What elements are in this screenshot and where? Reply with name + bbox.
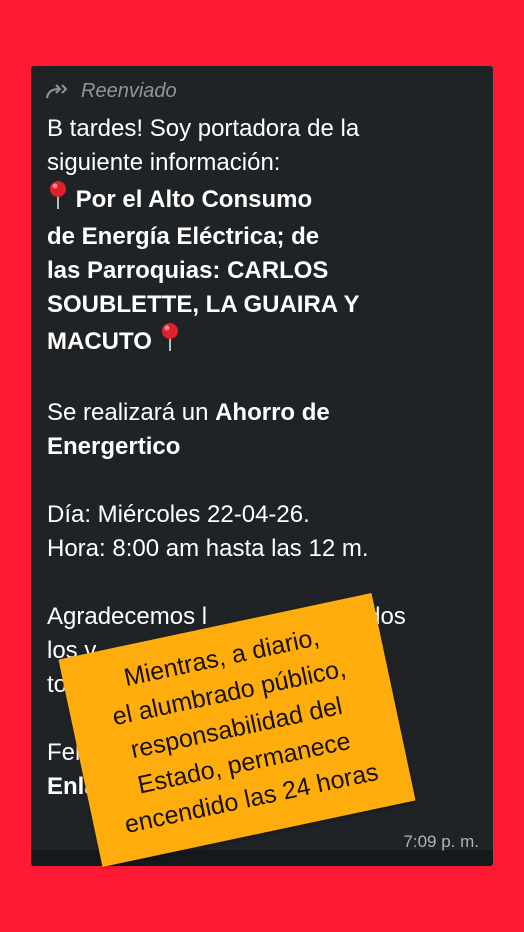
- message-line: Energertico: [47, 433, 181, 460]
- plain-text: Agradecemos l: [47, 603, 208, 630]
- forward-arrow-icon: [45, 83, 73, 100]
- message-line: Hora: 8:00 am hasta las 12 m.: [47, 535, 369, 562]
- plain-text: Se realizará un: [47, 399, 216, 426]
- round-pushpin-icon: [159, 322, 181, 362]
- message-line: de Energía Eléctrica; de: [47, 223, 320, 250]
- forwarded-text: Reenviado: [81, 80, 177, 102]
- message-line: las Parroquias: CARLOS: [47, 257, 329, 284]
- message-line: Por el Alto Consumo: [47, 180, 479, 220]
- message-line: Se realizará un Ahorro de: [47, 396, 479, 430]
- message-line: Día: Miércoles 22-04-26.: [47, 501, 310, 528]
- forwarded-label: Reenviado: [45, 80, 177, 103]
- round-pushpin-icon: [47, 180, 69, 220]
- message-timestamp: 7:09 p. m.: [403, 832, 479, 851]
- bold-text: Por el Alto Consumo: [75, 186, 313, 213]
- bold-text: MACUTO: [47, 328, 152, 355]
- message-line: SOUBLETTE, LA GUAIRA Y: [47, 291, 360, 318]
- message-line: B tardes! Soy portadora de la: [47, 115, 360, 142]
- bold-text: Ahorro de: [215, 399, 330, 426]
- message-line: MACUTO: [47, 322, 479, 362]
- message-line: siguiente información:: [47, 149, 281, 176]
